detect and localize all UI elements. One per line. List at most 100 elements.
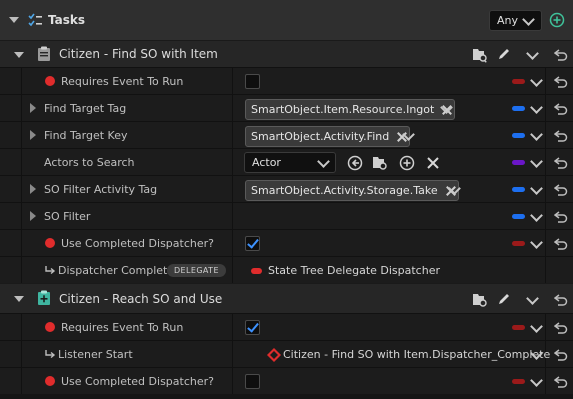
binding-pin-icon[interactable] [512, 325, 525, 330]
reset-icon[interactable] [554, 211, 568, 223]
property-label: SO Filter Activity Tag [44, 182, 158, 196]
chevron-down-icon[interactable] [530, 155, 543, 168]
chevron-down-icon[interactable] [530, 209, 543, 222]
binding-pin-icon[interactable] [512, 133, 525, 138]
output-arrow-icon [45, 266, 56, 275]
property-row-find-target-key: Find Target Key SmartObject.Activity.Fin… [0, 121, 573, 148]
reset-icon[interactable] [554, 103, 568, 115]
binding-pin-icon[interactable] [512, 106, 525, 111]
chevron-down-icon[interactable] [530, 182, 543, 195]
property-label: Listener Start [58, 347, 133, 361]
filter-value: Any [497, 14, 519, 27]
chevron-down-icon[interactable] [530, 101, 543, 114]
property-label: Dispatcher Complete [58, 263, 175, 277]
task-title: Citizen - Find SO with Item [59, 47, 218, 61]
add-task-icon[interactable] [549, 12, 565, 28]
delegate-value: State Tree Delegate Dispatcher [268, 263, 440, 277]
tag-text: SmartObject.Item.Resource.Ingot [251, 103, 435, 116]
property-row-listener-start: Listener Start Citizen - Find SO with It… [0, 340, 573, 367]
collapse-tasks-icon[interactable] [9, 17, 19, 23]
gameplay-tag-chip[interactable]: SmartObject.Activity.Find [245, 126, 411, 147]
delegate-pin-icon [251, 268, 262, 274]
property-row-dispatcher-complete: Dispatcher Complete DELEGATE State Tree … [0, 256, 573, 283]
task-title: Citizen - Reach SO and Use [59, 291, 223, 306]
property-label: Use Completed Dispatcher? [61, 236, 214, 250]
property-row-use-completed-dispatcher: Use Completed Dispatcher? [0, 229, 573, 256]
gameplay-tag-chip[interactable]: SmartObject.Activity.Storage.Take [245, 180, 459, 201]
collapse-task-icon[interactable] [14, 296, 24, 302]
class-picker-dropdown[interactable]: Actor [244, 152, 336, 173]
class-picker-value: Actor [252, 156, 281, 169]
property-row-requires-event: Requires Event To Run [0, 313, 573, 340]
chevron-down-icon[interactable] [530, 374, 543, 387]
browse-asset-icon[interactable] [472, 47, 488, 63]
task-header[interactable]: Citizen - Find SO with Item [0, 40, 573, 67]
reset-icon[interactable] [554, 238, 568, 250]
binding-pin-icon[interactable] [512, 379, 525, 384]
requires-event-checkbox[interactable] [245, 320, 260, 335]
use-completed-dispatcher-checkbox[interactable] [245, 374, 260, 389]
property-row-requires-event: Requires Event To Run [0, 67, 573, 94]
browse-asset-icon[interactable] [472, 292, 488, 308]
delegate-badge: DELEGATE [167, 264, 226, 277]
tag-text: SmartObject.Activity.Storage.Take [251, 184, 438, 197]
reset-icon[interactable] [554, 184, 568, 196]
binding-pin-icon[interactable] [512, 187, 525, 192]
gameplay-tag-chip[interactable]: SmartObject.Item.Resource.Ingot [245, 99, 456, 120]
tag-text: SmartObject.Activity.Find [251, 130, 390, 143]
property-label: Find Target Key [44, 128, 128, 142]
expand-icon[interactable] [30, 184, 36, 194]
clipboard-plus-icon [38, 290, 50, 305]
chevron-down-icon[interactable] [526, 47, 539, 60]
status-dot-icon [45, 238, 55, 248]
reset-icon[interactable] [554, 376, 568, 388]
requires-event-checkbox[interactable] [245, 74, 260, 89]
reset-icon[interactable] [554, 49, 568, 61]
chevron-down-icon[interactable] [530, 74, 543, 87]
collapse-task-icon[interactable] [14, 52, 24, 58]
property-label: Find Target Tag [44, 101, 127, 115]
binding-pin-icon[interactable] [512, 79, 525, 84]
use-selected-icon[interactable] [347, 155, 363, 171]
chevron-down-icon[interactable] [530, 128, 543, 141]
output-arrow-icon [45, 350, 56, 359]
reset-icon[interactable] [554, 130, 568, 142]
property-row-find-target-tag: Find Target Tag SmartObject.Item.Resourc… [0, 94, 573, 121]
chevron-down-icon [522, 13, 535, 26]
property-row-so-filter-activity-tag: SO Filter Activity Tag SmartObject.Activ… [0, 175, 573, 202]
chevron-down-icon[interactable] [530, 236, 543, 249]
listener-binding-value[interactable]: Citizen - Find SO with Item.Dispatcher_C… [283, 341, 550, 367]
reset-icon[interactable] [554, 322, 568, 334]
expand-icon[interactable] [30, 103, 36, 113]
expand-icon[interactable] [30, 130, 36, 140]
edit-icon[interactable] [497, 292, 511, 306]
property-label: Actors to Search [44, 155, 135, 169]
delegate-binding-icon [267, 348, 281, 362]
reset-icon[interactable] [554, 294, 568, 306]
chevron-down-icon[interactable] [530, 320, 543, 333]
reset-icon[interactable] [554, 157, 568, 169]
browse-asset-icon[interactable] [372, 155, 388, 171]
binding-pin-icon[interactable] [512, 214, 525, 219]
status-dot-icon [45, 76, 55, 86]
property-label: Requires Event To Run [61, 74, 184, 88]
tasks-icon [28, 13, 42, 27]
task-header[interactable]: Citizen - Reach SO and Use [0, 283, 573, 313]
property-row-so-filter: SO Filter [0, 202, 573, 229]
tasks-title: Tasks [48, 13, 86, 27]
status-dot-icon [45, 376, 55, 386]
panel-bottom [0, 394, 573, 399]
filter-dropdown[interactable]: Any [489, 10, 542, 31]
clear-icon[interactable] [426, 156, 440, 170]
edit-icon[interactable] [497, 47, 511, 61]
expand-icon[interactable] [30, 211, 36, 221]
reset-icon[interactable] [554, 349, 568, 361]
binding-pin-icon[interactable] [512, 160, 525, 165]
reset-icon[interactable] [554, 76, 568, 88]
chevron-down-icon[interactable] [526, 292, 539, 305]
use-completed-dispatcher-checkbox[interactable] [245, 236, 260, 251]
binding-pin-icon[interactable] [512, 241, 525, 246]
property-label: SO Filter [44, 209, 91, 223]
add-icon[interactable] [399, 155, 415, 171]
chevron-down-icon [317, 155, 330, 168]
